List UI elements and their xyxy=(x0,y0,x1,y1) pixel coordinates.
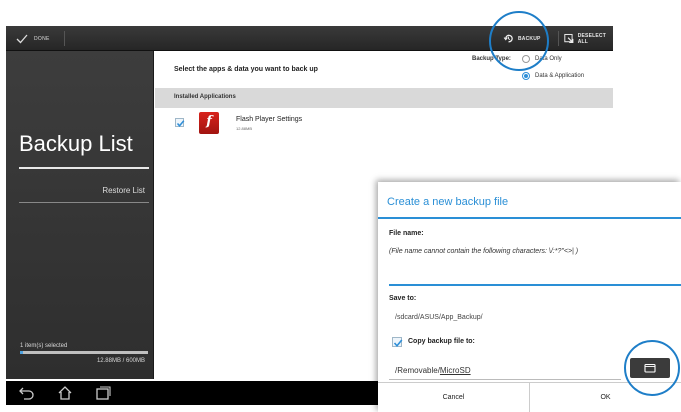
save-to-path: /sdcard/ASUS/App_Backup/ xyxy=(395,314,483,321)
selection-prompt: Select the apps & data you want to back … xyxy=(174,66,318,73)
checkmark-icon xyxy=(393,339,403,348)
left-panel: Backup List Restore List 1 item(s) selec… xyxy=(6,51,154,379)
list-item[interactable]: f Flash Player Settings 12.88MB xyxy=(155,108,613,142)
divider xyxy=(64,31,65,46)
page-title: Backup List xyxy=(19,131,133,156)
copy-destination-path[interactable]: /Removable/MicroSD xyxy=(395,366,471,375)
deselect-all-button[interactable]: DESELECT ALL xyxy=(564,26,613,51)
storage-bar-fill xyxy=(20,351,23,354)
radio-data-and-application-label: Data & Application xyxy=(535,73,585,79)
navigation-bar xyxy=(6,381,378,405)
back-icon[interactable] xyxy=(18,385,36,401)
checkmark-icon xyxy=(176,120,185,127)
selected-count: 1 item(s) selected xyxy=(20,343,68,349)
storage-bar xyxy=(20,351,148,354)
copy-path-device: MicroSD xyxy=(439,366,471,375)
highlight-circle xyxy=(489,11,549,71)
copy-backup-label: Copy backup file to: xyxy=(408,338,475,345)
radio-data-and-application[interactable] xyxy=(522,72,530,80)
divider xyxy=(378,217,681,219)
checkmark-icon xyxy=(16,34,28,43)
dialog-title: Create a new backup file xyxy=(387,196,509,208)
file-name-input[interactable] xyxy=(389,268,681,286)
deselect-all-label: DESELECT ALL xyxy=(577,32,606,45)
divider xyxy=(19,202,149,203)
section-header-label: Installed Applications xyxy=(174,94,236,100)
deselect-icon xyxy=(564,33,574,44)
app-size: 12.88MB xyxy=(236,126,253,131)
app-checkbox[interactable] xyxy=(175,118,185,127)
storage-size: 12.88MB / 600MB xyxy=(96,358,145,364)
home-icon[interactable] xyxy=(56,385,74,401)
recent-apps-icon[interactable] xyxy=(94,385,112,401)
file-name-label: File name: xyxy=(389,230,424,237)
done-button[interactable]: DONE xyxy=(16,26,50,51)
file-name-note: (File name cannot contain the following … xyxy=(389,248,579,255)
highlight-circle xyxy=(624,340,680,396)
done-label: DONE xyxy=(34,35,50,42)
app-name: Flash Player Settings xyxy=(236,116,303,123)
installed-applications-header: Installed Applications xyxy=(155,88,613,108)
divider xyxy=(19,167,149,169)
flash-player-icon: f xyxy=(199,112,219,134)
divider xyxy=(389,379,621,380)
cancel-button[interactable]: Cancel xyxy=(378,383,529,412)
save-to-label: Save to: xyxy=(389,295,417,302)
copy-backup-checkbox[interactable] xyxy=(392,337,403,348)
divider xyxy=(558,31,559,46)
copy-path-prefix: /Removable/ xyxy=(395,366,440,375)
restore-list-link[interactable]: Restore List xyxy=(102,186,145,195)
